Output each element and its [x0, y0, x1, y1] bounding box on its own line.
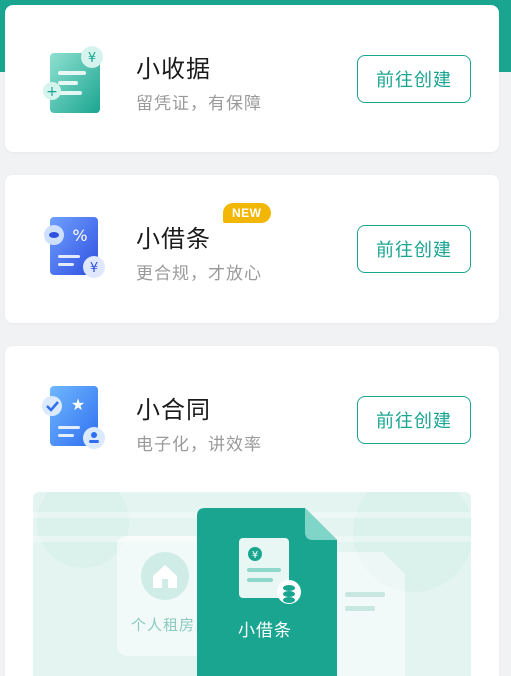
card-title: 小收据 [136, 55, 211, 83]
svg-text:★: ★ [71, 395, 85, 414]
contract-icon: ★ [36, 382, 116, 462]
iou-create-button[interactable]: 前往创建 [357, 225, 471, 273]
svg-text:¥: ¥ [252, 550, 258, 561]
receipt-card[interactable]: ¥ + 小收据 留凭证，有保障 前往创建 [5, 5, 499, 152]
template-label-rental: 个人租房 [131, 616, 196, 634]
template-label-iou: 小借条 [238, 621, 292, 641]
contract-card[interactable]: ★ 小合同 电子化，讲效率 前往创建 个人租房 ¥ 小借条 [5, 346, 499, 676]
svg-text:¥: ¥ [90, 261, 98, 276]
iou-note-icon: % ¥ [36, 211, 116, 291]
contract-create-button[interactable]: 前往创建 [357, 396, 471, 444]
svg-text:+: + [46, 84, 58, 100]
card-subtitle: 更合规，才放心 [136, 264, 262, 284]
receipt-create-button[interactable]: 前往创建 [357, 55, 471, 103]
template-option-iou[interactable]: ¥ [197, 508, 337, 676]
template-banner: 个人租房 ¥ 小借条 [33, 492, 471, 676]
svg-text:%: % [72, 226, 87, 245]
card-subtitle: 留凭证，有保障 [136, 94, 262, 114]
svg-text:¥: ¥ [88, 51, 96, 66]
card-title: 小合同 [136, 396, 211, 424]
home-icon [141, 552, 189, 600]
card-subtitle: 电子化，讲效率 [136, 435, 262, 455]
receipt-icon: ¥ + [36, 45, 116, 125]
new-badge: NEW [223, 203, 271, 223]
iou-card[interactable]: % ¥ 小借条 NEW 更合规，才放心 前往创建 [5, 175, 499, 323]
card-title: 小借条 [136, 225, 211, 253]
